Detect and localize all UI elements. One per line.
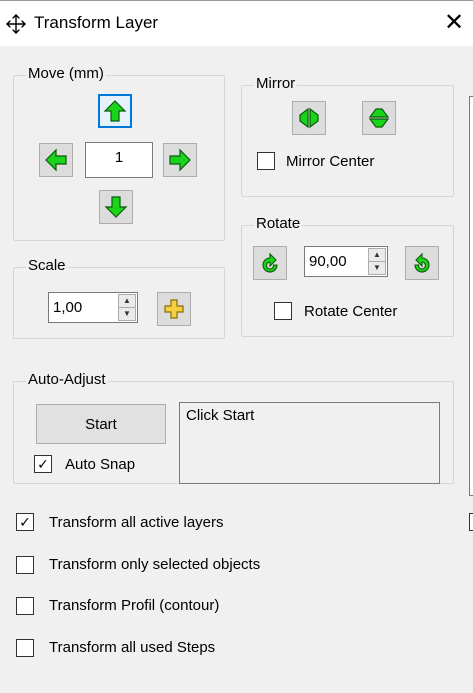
mirror-center-checkbox[interactable] xyxy=(257,152,275,170)
close-button[interactable]: ✕ xyxy=(440,9,468,37)
option-checkbox[interactable] xyxy=(16,556,34,574)
rotate-group-label: Rotate xyxy=(254,215,303,232)
rotate-group: Rotate xyxy=(241,215,454,337)
rotate-center-checkbox[interactable] xyxy=(274,302,292,320)
plus-icon xyxy=(164,299,184,319)
move-group-label: Move (mm) xyxy=(26,65,106,82)
rotate-value: 90,00 xyxy=(309,253,347,270)
side-checkbox[interactable] xyxy=(469,513,473,531)
spin-down-icon[interactable]: ▼ xyxy=(369,262,385,275)
start-button[interactable]: Start xyxy=(36,404,166,444)
move-cross-icon xyxy=(6,14,26,34)
mirror-group: Mirror xyxy=(241,75,454,197)
move-up-button[interactable] xyxy=(98,94,132,128)
arrow-up-icon xyxy=(103,100,127,122)
arrow-left-icon xyxy=(45,148,67,172)
rotate-ccw-icon xyxy=(262,252,278,273)
scale-group-label: Scale xyxy=(26,257,68,274)
start-button-label: Start xyxy=(85,415,117,433)
option-label: Transform all used Steps xyxy=(49,639,216,656)
window-title: Transform Layer xyxy=(34,13,159,32)
rotate-ccw-button[interactable] xyxy=(253,246,287,280)
option-label: Transform only selected objects xyxy=(49,556,261,573)
scale-spinbox[interactable]: 1,00 ▲ ▼ xyxy=(48,292,138,323)
rotate-cw-icon xyxy=(414,252,430,273)
option-checkbox[interactable] xyxy=(16,639,34,657)
move-distance-value: 1 xyxy=(114,149,124,166)
mirror-vertical-button[interactable] xyxy=(362,101,396,135)
option-checkbox[interactable]: ✓ xyxy=(16,513,34,531)
side-panel xyxy=(469,96,473,496)
spin-up-icon[interactable]: ▲ xyxy=(369,249,385,262)
option-label: Transform Profil (contour) xyxy=(49,597,220,614)
title-bar: Transform Layer ✕ xyxy=(0,0,473,46)
arrow-down-icon xyxy=(104,196,128,218)
check-icon: ✓ xyxy=(37,456,49,472)
auto-adjust-status: Click Start xyxy=(179,402,440,484)
mirror-center-label: Mirror Center xyxy=(286,153,375,170)
arrow-right-icon xyxy=(169,148,191,172)
spin-down-icon[interactable]: ▼ xyxy=(119,308,135,321)
auto-adjust-status-text: Click Start xyxy=(186,407,255,424)
scale-apply-button[interactable] xyxy=(157,292,191,326)
auto-adjust-group-label: Auto-Adjust xyxy=(26,371,108,388)
spin-up-icon[interactable]: ▲ xyxy=(119,295,135,308)
option-label: Transform all active layers xyxy=(49,514,224,531)
mirror-horizontal-icon xyxy=(299,107,319,129)
auto-snap-checkbox[interactable]: ✓ xyxy=(34,455,52,473)
mirror-group-label: Mirror xyxy=(254,75,298,92)
move-down-button[interactable] xyxy=(99,190,133,224)
check-icon: ✓ xyxy=(19,514,31,530)
rotate-spinbox[interactable]: 90,00 ▲ ▼ xyxy=(304,246,388,277)
rotate-cw-button[interactable] xyxy=(405,246,439,280)
rotate-spin-arrows[interactable]: ▲ ▼ xyxy=(368,248,386,275)
scale-value: 1,00 xyxy=(53,299,83,316)
option-checkbox[interactable] xyxy=(16,597,34,615)
mirror-vertical-icon xyxy=(368,108,390,128)
move-distance-input[interactable]: 1 xyxy=(85,142,153,178)
move-right-button[interactable] xyxy=(163,143,197,177)
scale-spin-arrows[interactable]: ▲ ▼ xyxy=(118,294,136,321)
move-left-button[interactable] xyxy=(39,143,73,177)
mirror-horizontal-button[interactable] xyxy=(292,101,326,135)
rotate-center-label: Rotate Center xyxy=(304,303,398,320)
auto-snap-label: Auto Snap xyxy=(65,456,136,473)
